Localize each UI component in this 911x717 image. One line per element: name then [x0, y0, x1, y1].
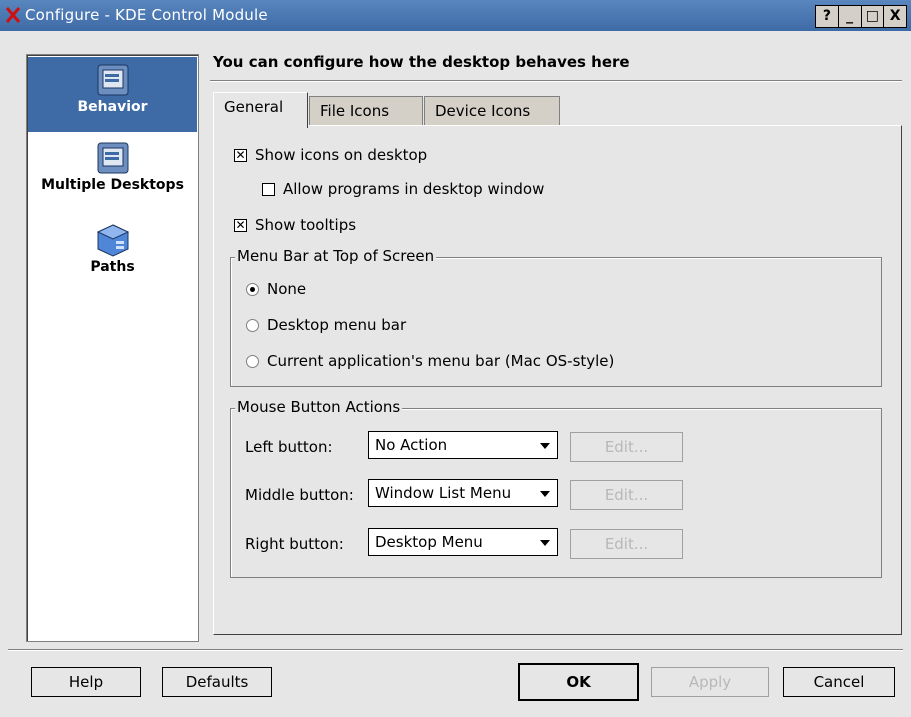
paths-icon	[96, 224, 129, 257]
radio-none[interactable]	[246, 282, 259, 296]
middle-button-value: Window List Menu	[375, 484, 512, 502]
title-bar: Configure - KDE Control Module ? _ □ X	[0, 0, 911, 31]
radio-desktop-menubar[interactable]	[246, 318, 259, 332]
sidebar-item-multiple-desktops[interactable]: Multiple Desktops	[28, 141, 197, 211]
left-button-value: No Action	[375, 436, 448, 454]
radio-desktop-menubar-label: Desktop menu bar	[267, 316, 407, 334]
show-tooltips-label: Show tooltips	[255, 216, 357, 234]
defaults-button[interactable]: Defaults	[162, 667, 272, 697]
header-divider	[210, 80, 902, 82]
ok-button[interactable]: OK	[518, 663, 639, 701]
radio-app-menubar-row[interactable]: Current application's menu bar (Mac OS-s…	[246, 352, 614, 370]
sidebar-item-paths[interactable]: Paths	[28, 223, 197, 289]
right-button-value: Desktop Menu	[375, 533, 483, 551]
cancel-button[interactable]: Cancel	[783, 667, 895, 697]
multiple-desktops-icon	[97, 142, 128, 174]
chevron-down-icon	[540, 491, 550, 497]
allow-programs-checkbox-row[interactable]: Allow programs in desktop window	[262, 180, 544, 198]
show-icons-checkbox[interactable]: ✕	[234, 148, 247, 162]
show-tooltips-checkbox[interactable]: ✕	[234, 218, 247, 232]
allow-programs-label: Allow programs in desktop window	[283, 180, 545, 198]
tab-device-icons[interactable]: Device Icons	[424, 96, 560, 126]
radio-none-label: None	[267, 280, 307, 298]
tab-general[interactable]: General	[213, 92, 308, 128]
window-title: Configure - KDE Control Module	[25, 6, 268, 24]
middle-button-label: Middle button:	[245, 486, 354, 504]
help-button[interactable]: Help	[31, 667, 141, 697]
middle-button-combo[interactable]: Window List Menu	[368, 479, 558, 507]
left-button-label: Left button:	[245, 438, 333, 456]
sidebar-item-label: Multiple Desktops	[41, 177, 184, 193]
chevron-down-icon	[540, 443, 550, 449]
maximize-button[interactable]: □	[862, 6, 885, 27]
radio-app-menubar-label: Current application's menu bar (Mac OS-s…	[267, 352, 615, 370]
help-title-button[interactable]: ?	[816, 6, 839, 27]
radio-desktop-menubar-row[interactable]: Desktop menu bar	[246, 316, 406, 334]
allow-programs-checkbox[interactable]	[262, 182, 275, 196]
sidebar-item-behavior[interactable]: Behavior	[28, 57, 197, 132]
sidebar-item-label: Behavior	[77, 99, 148, 115]
show-icons-label: Show icons on desktop	[255, 146, 428, 164]
radio-app-menubar[interactable]	[246, 354, 259, 368]
right-edit-button[interactable]: Edit...	[570, 529, 683, 559]
right-button-combo[interactable]: Desktop Menu	[368, 528, 558, 556]
left-edit-button[interactable]: Edit...	[570, 432, 683, 462]
show-tooltips-checkbox-row[interactable]: ✕ Show tooltips	[234, 216, 356, 234]
tab-file-icons[interactable]: File Icons	[309, 96, 423, 126]
right-button-label: Right button:	[245, 535, 344, 553]
show-icons-checkbox-row[interactable]: ✕ Show icons on desktop	[234, 146, 427, 164]
middle-edit-button[interactable]: Edit...	[570, 480, 683, 510]
close-button[interactable]: X	[884, 6, 906, 27]
radio-none-row[interactable]: None	[246, 280, 306, 298]
mouse-actions-group-title: Mouse Button Actions	[235, 398, 403, 416]
chevron-down-icon	[540, 540, 550, 546]
kde-x-icon[interactable]	[5, 7, 21, 23]
behavior-icon	[97, 64, 128, 96]
sidebar-item-label: Paths	[90, 259, 135, 275]
window: Configure - KDE Control Module ? _ □ X B…	[0, 0, 911, 717]
title-buttons: ? _ □ X	[815, 5, 907, 28]
module-sidebar: Behavior Multiple Desktops Paths	[26, 54, 199, 642]
footer-divider	[8, 649, 903, 651]
left-button-combo[interactable]: No Action	[368, 431, 558, 459]
page-title: You can configure how the desktop behave…	[213, 53, 630, 71]
minimize-button[interactable]: _	[839, 6, 862, 27]
apply-button[interactable]: Apply	[651, 667, 769, 697]
menubar-group-title: Menu Bar at Top of Screen	[235, 247, 437, 265]
